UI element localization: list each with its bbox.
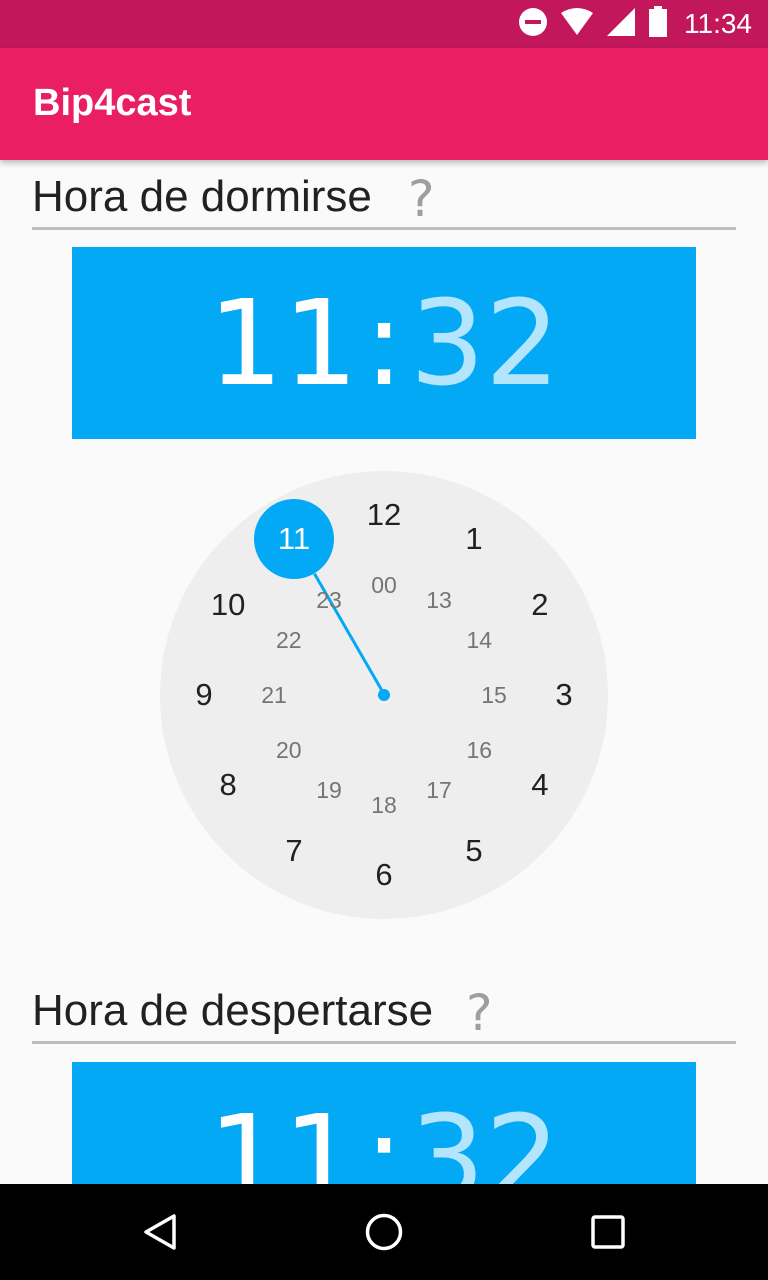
- home-icon[interactable]: [364, 1212, 404, 1252]
- clock-hour-8[interactable]: 8: [198, 765, 258, 805]
- clock-hour-9[interactable]: 9: [174, 675, 234, 715]
- sleep-section-title: Hora de dormirse: [32, 172, 372, 221]
- status-time: 11:34: [684, 8, 752, 39]
- clock-hour-inner-14[interactable]: 14: [449, 620, 509, 660]
- clock-hour-inner-16[interactable]: 16: [449, 730, 509, 770]
- wake-section-title: Hora de despertarse: [32, 986, 434, 1035]
- wake-hour[interactable]: 11: [208, 1089, 358, 1184]
- clock-center-dot: [378, 689, 390, 701]
- clock-hour-inner-21[interactable]: 21: [244, 675, 304, 715]
- sleep-hour[interactable]: 11: [208, 274, 358, 412]
- clock-hour-12[interactable]: 12: [354, 495, 414, 535]
- section-divider: [32, 227, 736, 230]
- clock-hour-inner-18[interactable]: 18: [354, 785, 414, 825]
- wake-minute[interactable]: 32: [410, 1089, 560, 1184]
- cellular-signal-icon: [606, 7, 636, 42]
- time-separator: :: [364, 274, 404, 412]
- navigation-bar: [0, 1184, 768, 1280]
- clock-hour-inner-19[interactable]: 19: [299, 770, 359, 810]
- main-content: Hora de dormirse ? 11:32 00 13 14 15 16 17 18 1…: [0, 160, 768, 1184]
- wake-section-header: Hora de despertarse ?: [32, 982, 736, 1044]
- wake-help-icon[interactable]: ?: [466, 988, 493, 1038]
- clock-hour-5[interactable]: 5: [444, 831, 504, 871]
- clock-hour-3[interactable]: 3: [534, 675, 594, 715]
- sleep-section-header: Hora de dormirse ?: [32, 168, 736, 230]
- clock-hour-6[interactable]: 6: [354, 855, 414, 895]
- app-title: Bip4cast: [33, 82, 192, 124]
- app-bar: Bip4cast: [0, 48, 768, 160]
- wake-time-display[interactable]: 11:32: [72, 1062, 696, 1184]
- clock-hour-inner-17[interactable]: 17: [409, 770, 469, 810]
- clock-selected-hour[interactable]: 11: [254, 499, 334, 580]
- status-bar: 11:34: [0, 0, 768, 48]
- sleep-time-display[interactable]: 11:32: [72, 247, 696, 439]
- clock-hour-1[interactable]: 1: [444, 519, 504, 559]
- clock-hour-inner-20[interactable]: 20: [259, 730, 319, 770]
- clock-hour-inner-22[interactable]: 22: [259, 620, 319, 660]
- clock-hour-inner-13[interactable]: 13: [409, 580, 469, 620]
- sleep-minute[interactable]: 32: [410, 274, 560, 412]
- clock-hour-inner-15[interactable]: 15: [464, 675, 524, 715]
- recents-icon[interactable]: [588, 1212, 628, 1252]
- clock-hour-7[interactable]: 7: [264, 831, 324, 871]
- clock-hour-inner-23[interactable]: 23: [299, 580, 359, 620]
- back-icon[interactable]: [140, 1212, 180, 1252]
- section-divider: [32, 1041, 736, 1044]
- hour-clock-face[interactable]: 00 13 14 15 16 17 18 19 20 21 22 23 12 1 2 3 4 5 6 7 8 9 10 11: [160, 471, 608, 919]
- sleep-help-icon[interactable]: ?: [408, 174, 435, 224]
- time-separator: :: [364, 1089, 404, 1184]
- clock-hour-2[interactable]: 2: [510, 585, 570, 625]
- battery-icon: [648, 5, 668, 43]
- wifi-icon: [560, 7, 594, 42]
- clock-hour-10[interactable]: 10: [198, 585, 258, 625]
- clock-hour-inner-00[interactable]: 00: [354, 565, 414, 605]
- do-not-disturb-icon: [518, 7, 548, 42]
- clock-hour-4[interactable]: 4: [510, 765, 570, 805]
